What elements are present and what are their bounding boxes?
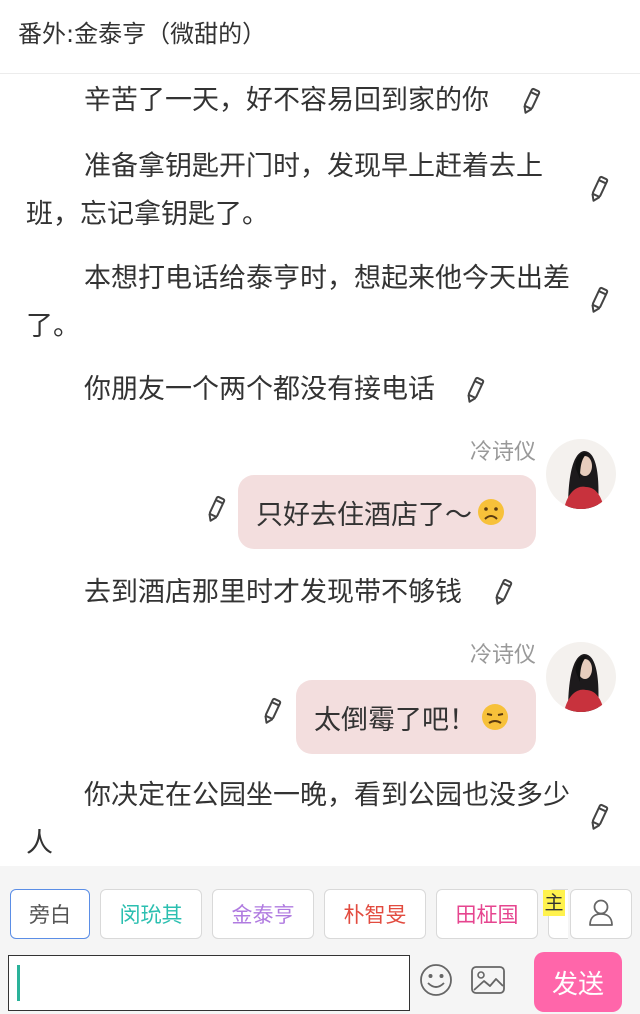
emoji-button[interactable] xyxy=(416,962,456,1002)
message-list[interactable]: 辛苦了一天，好不容易回到家的你 准备拿钥匙开门时，发现早上赶着去上班，忘记拿钥匙… xyxy=(0,74,640,866)
edit-pencil-icon[interactable] xyxy=(259,697,285,725)
edit-pencil-icon[interactable] xyxy=(462,376,488,404)
role-label: 旁白 xyxy=(29,903,71,927)
sender-name: 冷诗仪 xyxy=(469,440,536,465)
edit-pencil-icon[interactable] xyxy=(586,175,612,203)
image-button[interactable] xyxy=(468,962,508,1002)
edit-pencil-icon[interactable] xyxy=(586,803,612,831)
emoji-icon xyxy=(419,963,453,1001)
edit-pencil-icon[interactable] xyxy=(586,286,612,314)
avatar[interactable] xyxy=(546,439,616,509)
role-button[interactable]: 闵玧其 xyxy=(100,889,202,939)
role-button-narrator[interactable]: 旁白 xyxy=(10,889,90,939)
sad-face-emoji-icon xyxy=(476,497,506,527)
narration-message: 你决定在公园坐一晚，看到公园也没多少人 xyxy=(26,780,570,859)
host-tag-badge: 主 xyxy=(543,890,565,916)
text-caret xyxy=(17,965,20,1001)
edit-pencil-icon[interactable] xyxy=(203,495,229,523)
sender-name: 冷诗仪 xyxy=(469,643,536,668)
image-icon xyxy=(470,964,506,1000)
chat-bubble[interactable]: 只好去住酒店了～ xyxy=(238,475,536,549)
role-label: 闵玧其 xyxy=(119,903,183,927)
narration-message: 准备拿钥匙开门时，发现早上赶着去上班，忘记拿钥匙了。 xyxy=(26,151,543,230)
role-label: 田柾国 xyxy=(455,903,519,927)
role-button[interactable]: 朴智旻 xyxy=(324,889,426,939)
user-profile-button[interactable] xyxy=(570,889,632,939)
narration-message: 你朋友一个两个都没有接电话 xyxy=(84,374,435,405)
chat-bubble-text: 太倒霉了吧！ xyxy=(314,704,476,736)
avatar[interactable] xyxy=(546,642,616,712)
message-input[interactable] xyxy=(8,955,410,1011)
role-label: 金泰亨 xyxy=(231,903,295,927)
role-button[interactable]: 金泰亨 xyxy=(212,889,314,939)
page-title: 番外:金泰亨（微甜的） xyxy=(18,20,267,48)
chat-bubble[interactable]: 太倒霉了吧！ xyxy=(296,680,536,754)
chat-bubble-text: 只好去住酒店了～ xyxy=(256,499,472,531)
role-label: 朴智旻 xyxy=(343,903,407,927)
input-bar: 发送 xyxy=(0,942,640,1014)
user-icon xyxy=(588,898,614,930)
chat-header: 番外:金泰亨（微甜的） xyxy=(0,0,640,74)
upset-face-emoji-icon xyxy=(480,702,510,732)
edit-pencil-icon[interactable] xyxy=(490,578,516,606)
send-button[interactable]: 发送 xyxy=(534,952,622,1012)
role-button[interactable]: 田柾国 xyxy=(436,889,538,939)
narration-message: 辛苦了一天，好不容易回到家的你 xyxy=(84,85,489,116)
narration-message: 本想打电话给泰亨时，想起来他今天出差了。 xyxy=(26,263,570,342)
edit-pencil-icon[interactable] xyxy=(518,87,544,115)
